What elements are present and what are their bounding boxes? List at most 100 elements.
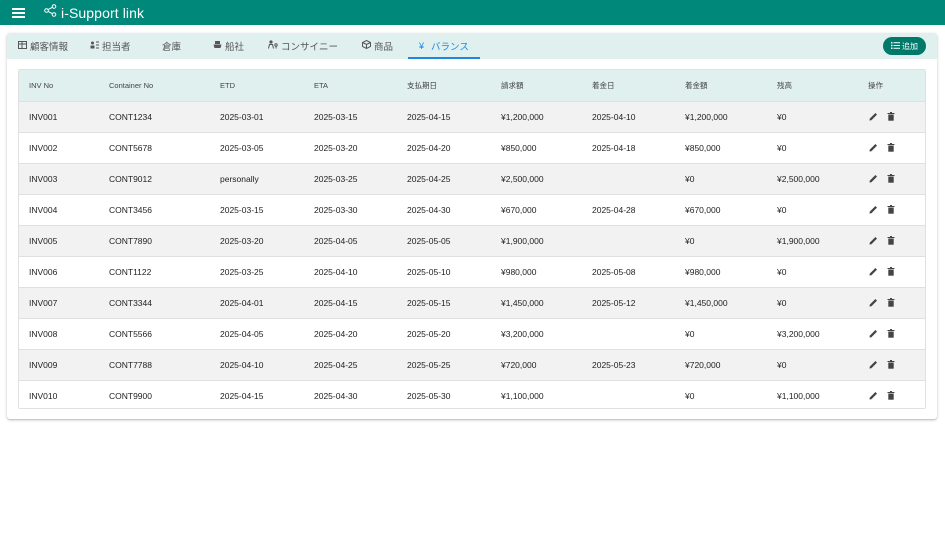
app-title: i-Support link <box>61 4 145 21</box>
edit-icon[interactable] <box>868 360 878 370</box>
table-cell: ¥980,000 <box>685 266 721 277</box>
delete-icon[interactable] <box>886 391 896 401</box>
list-icon <box>891 41 900 51</box>
table-cell: CONT7890 <box>109 235 152 246</box>
table-cell: ¥3,200,000 <box>501 328 544 339</box>
table-cell: 2025-04-15 <box>220 390 264 401</box>
table-cell: INV009 <box>29 359 58 370</box>
edit-icon[interactable] <box>868 205 878 215</box>
table-cell: 2025-04-28 <box>592 204 636 215</box>
column-header: INV No <box>29 80 54 90</box>
table-cell: CONT3344 <box>109 297 152 308</box>
tab-staff[interactable]: 担当者 <box>90 33 131 59</box>
delete-icon[interactable] <box>886 267 896 277</box>
staff-sort-icon <box>90 41 99 52</box>
table-cell: ¥0 <box>685 390 695 401</box>
table-cell: CONT5678 <box>109 142 152 153</box>
delete-icon[interactable] <box>886 143 896 153</box>
tab-label: コンサイニー <box>281 42 339 53</box>
delete-icon[interactable] <box>886 360 896 370</box>
tab-label: バランス <box>431 42 469 53</box>
delete-icon[interactable] <box>886 236 896 246</box>
table-cell: INV008 <box>29 328 58 339</box>
tab-label: 商品 <box>374 42 394 53</box>
table-cell: ¥0 <box>777 111 787 122</box>
actions-cell <box>858 318 925 349</box>
table-cell: ¥1,200,000 <box>685 111 728 122</box>
table-cell: 2025-05-15 <box>407 297 451 308</box>
table-cell: ¥3,200,000 <box>777 328 820 339</box>
tab-customers[interactable]: 顧客情報 <box>18 33 68 59</box>
menu-icon[interactable] <box>0 0 36 25</box>
edit-icon[interactable] <box>868 267 878 277</box>
table-cell: ¥1,100,000 <box>501 390 544 401</box>
delete-icon[interactable] <box>886 174 896 184</box>
table-cell: 2025-04-15 <box>407 111 451 122</box>
delete-icon[interactable] <box>886 205 896 215</box>
column-header: 操作 <box>868 80 883 90</box>
table-cell: INV005 <box>29 235 58 246</box>
table-cell: CONT5566 <box>109 328 152 339</box>
edit-icon[interactable] <box>868 236 878 246</box>
table-cell: 2025-05-30 <box>407 390 451 401</box>
edit-icon[interactable] <box>868 298 878 308</box>
table-cell: ¥670,000 <box>501 204 537 215</box>
table-cell: 2025-04-25 <box>314 359 358 370</box>
tab-shipping[interactable]: 船社 <box>213 33 244 59</box>
tab-warehouse[interactable]: 倉庫 <box>162 33 181 59</box>
box-icon <box>362 39 371 52</box>
person-key-icon <box>268 40 278 52</box>
table-cell: 2025-03-20 <box>314 142 358 153</box>
add-button[interactable]: 追加 <box>883 37 926 55</box>
table-cell: ¥1,450,000 <box>685 297 728 308</box>
delete-icon[interactable] <box>886 112 896 122</box>
tab-consignee[interactable]: コンサイニー <box>268 33 338 59</box>
table-cell: CONT9900 <box>109 390 152 401</box>
table-cell: 2025-04-01 <box>220 297 264 308</box>
table-row: INV007 CONT3344 2025-04-01 2025-04-15 2025-0… <box>19 287 925 318</box>
column-header: 請求額 <box>501 80 524 90</box>
table-cell: INV010 <box>29 390 58 401</box>
delete-icon[interactable] <box>886 329 896 339</box>
table-cell: 2025-04-15 <box>314 297 358 308</box>
tab-label: 船社 <box>225 42 245 53</box>
table-cell: ¥980,000 <box>501 266 537 277</box>
edit-icon[interactable] <box>868 112 878 122</box>
ship-icon <box>213 40 222 52</box>
actions-cell <box>858 256 925 287</box>
table-cell: INV007 <box>29 297 58 308</box>
table-cell: ¥1,450,000 <box>501 297 544 308</box>
table-cell: ¥0 <box>685 173 695 184</box>
tab-products[interactable]: 商品 <box>362 33 393 59</box>
table-cell: ¥850,000 <box>685 142 721 153</box>
column-header: 着金額 <box>685 80 708 90</box>
table-cell: 2025-04-10 <box>220 359 264 370</box>
table-cell: ¥850,000 <box>501 142 537 153</box>
table-cell: 2025-04-05 <box>220 328 264 339</box>
column-header: ETA <box>314 80 329 90</box>
actions-cell <box>858 349 925 380</box>
tab-label: 倉庫 <box>162 42 182 53</box>
edit-icon[interactable] <box>868 391 878 401</box>
table-cell: INV002 <box>29 142 58 153</box>
table-cell: ¥670,000 <box>685 204 721 215</box>
actions-cell <box>858 287 925 318</box>
tab-label: 顧客情報 <box>30 42 69 53</box>
tab-balance[interactable]: ¥ バランス <box>419 33 469 59</box>
table-cell: 2025-03-30 <box>314 204 358 215</box>
edit-icon[interactable] <box>868 329 878 339</box>
actions-cell <box>858 380 925 408</box>
table-cell <box>582 163 675 194</box>
delete-icon[interactable] <box>886 298 896 308</box>
active-tab-indicator <box>408 57 480 59</box>
edit-icon[interactable] <box>868 174 878 184</box>
table-cell: CONT1234 <box>109 111 152 122</box>
edit-icon[interactable] <box>868 143 878 153</box>
table-row: INV003 CONT9012 personally 2025-03-25 2025-0… <box>19 163 925 194</box>
table-cell: INV006 <box>29 266 58 277</box>
table-cell: 2025-03-15 <box>220 204 264 215</box>
table-cell <box>582 380 675 408</box>
table-cell: 2025-04-30 <box>407 204 451 215</box>
table-cell: personally <box>220 173 259 184</box>
table-icon <box>18 40 27 52</box>
